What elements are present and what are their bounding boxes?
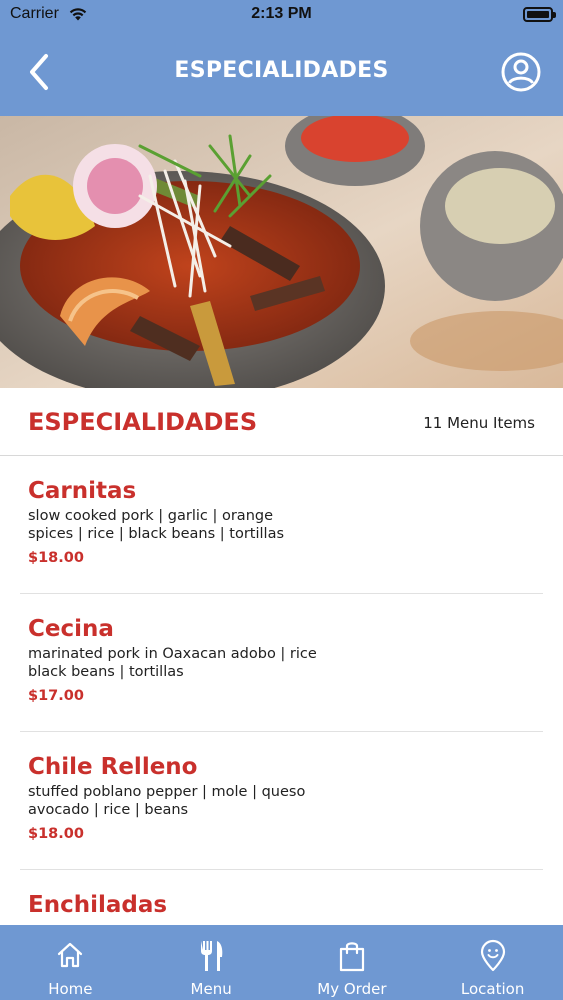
tab-home[interactable]: Home	[0, 925, 141, 1000]
item-description-line: avocado | rice | beans	[28, 802, 189, 818]
section-title: ESPECIALIDADES	[28, 408, 258, 436]
item-price: $18.00	[28, 826, 84, 842]
fork-knife-icon	[201, 941, 223, 971]
item-description-line: black beans | tortillas	[28, 664, 184, 680]
user-icon	[501, 52, 541, 92]
menu-list: Carnitas slow cooked pork | garlic | ora…	[0, 456, 563, 924]
shopping-bag-icon	[339, 942, 364, 972]
item-name: Enchiladas	[28, 892, 168, 918]
page-title: ESPECIALIDADES	[174, 58, 389, 83]
item-name: Cecina	[28, 616, 114, 642]
menu-item-count: 11 Menu Items	[423, 414, 535, 432]
tab-menu[interactable]: Menu	[141, 925, 282, 1000]
item-price: $17.00	[28, 688, 84, 704]
battery-icon	[523, 7, 556, 22]
tab-label: Location	[460, 980, 525, 998]
item-price: $18.00	[28, 550, 84, 566]
header: Carrier 2:13 PM ESPECIALIDADES	[0, 0, 563, 116]
tab-label: Home	[48, 980, 93, 998]
menu-item-carnitas[interactable]: Carnitas slow cooked pork | garlic | ora…	[20, 456, 543, 594]
section-header: ESPECIALIDADES 11 Menu Items	[0, 388, 563, 456]
tab-bar: Home Menu My Order Location	[0, 925, 563, 1000]
hero-image	[0, 116, 563, 388]
item-description: stuffed poblano pepper | mole | queso av…	[28, 783, 318, 819]
item-name: Carnitas	[28, 478, 137, 504]
tab-location[interactable]: Location	[422, 925, 563, 1000]
status-bar: Carrier 2:13 PM	[0, 0, 563, 30]
item-description-line: marinated pork in Oaxacan adobo | rice	[28, 646, 317, 662]
tab-label: Menu	[190, 980, 232, 998]
item-description: slow cooked pork | garlic | orange spice…	[28, 507, 318, 543]
menu-item-cecina[interactable]: Cecina marinated pork in Oaxacan adobo |…	[20, 594, 543, 732]
item-description: marinated pork in Oaxacan adobo | rice b…	[28, 645, 318, 681]
item-description-line: slow cooked pork | garlic | orange	[28, 508, 274, 524]
account-button[interactable]	[501, 52, 541, 92]
menu-item-chile-relleno[interactable]: Chile Relleno stuffed poblano pepper | m…	[20, 732, 543, 870]
item-description-line: spices | rice | black beans | tortillas	[28, 526, 285, 542]
item-name: Chile Relleno	[28, 754, 198, 780]
tab-my-order[interactable]: My Order	[282, 925, 423, 1000]
item-description-line: stuffed poblano pepper | mole | queso	[28, 784, 306, 800]
home-icon	[58, 942, 83, 968]
clock: 2:13 PM	[251, 5, 312, 22]
menu-item-enchiladas[interactable]: Enchiladas	[20, 870, 543, 924]
location-pin-icon	[480, 939, 505, 972]
app-screen: Carrier 2:13 PM ESPECIALIDADES ESPECIALI…	[0, 0, 563, 1000]
tab-label: My Order	[317, 980, 387, 998]
